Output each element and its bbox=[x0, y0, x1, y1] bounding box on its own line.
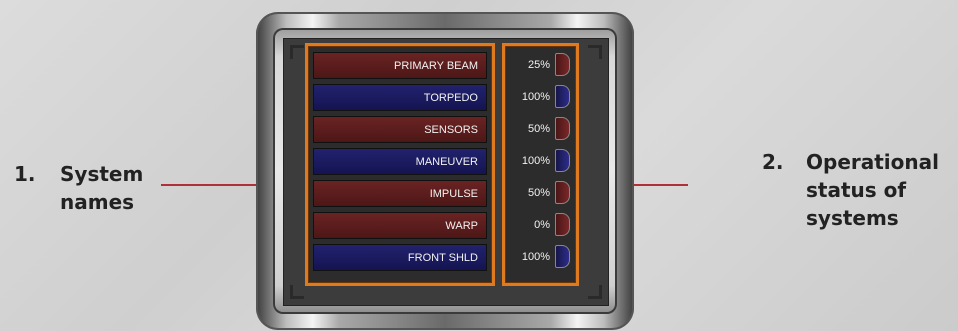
system-row-impulse[interactable]: IMPULSE bbox=[313, 180, 487, 207]
status-percent: 50% bbox=[527, 187, 550, 199]
status-indicator-icon bbox=[555, 245, 570, 268]
status-percent: 50% bbox=[527, 123, 550, 135]
system-row-front-shield[interactable]: FRONT SHLD bbox=[313, 244, 487, 271]
corner-bracket-icon bbox=[588, 285, 602, 299]
status-percent: 25% bbox=[527, 59, 550, 71]
system-name: TORPEDO bbox=[423, 92, 478, 104]
annotation-line: systems bbox=[806, 206, 899, 230]
status-indicator-icon bbox=[555, 213, 570, 236]
status-row-maneuver[interactable]: 100% bbox=[510, 148, 576, 175]
system-name: PRIMARY BEAM bbox=[394, 60, 478, 72]
status-percent: 100% bbox=[521, 91, 550, 103]
system-row-sensors[interactable]: SENSORS bbox=[313, 116, 487, 143]
status-row-warp[interactable]: 0% bbox=[510, 212, 576, 239]
status-indicator-icon bbox=[555, 53, 570, 76]
annotation-system-names: 1. System names bbox=[14, 160, 174, 220]
system-status-panel: 25% 100% 50% 100% 50% 0% 100% bbox=[502, 43, 579, 286]
system-name: IMPULSE bbox=[429, 188, 478, 200]
annotation-number: 2. bbox=[762, 150, 784, 174]
corner-bracket-icon bbox=[290, 45, 304, 59]
status-row-sensors[interactable]: 50% bbox=[510, 116, 576, 143]
annotation-number: 1. bbox=[14, 162, 36, 186]
annotation-line: status of bbox=[806, 178, 907, 202]
annotation-line: names bbox=[60, 190, 135, 214]
status-indicator-icon bbox=[555, 149, 570, 172]
system-name: MANEUVER bbox=[415, 156, 478, 168]
status-indicator-icon bbox=[555, 85, 570, 108]
status-percent: 100% bbox=[521, 251, 550, 263]
system-name: FRONT SHLD bbox=[407, 252, 478, 264]
system-row-maneuver[interactable]: MANEUVER bbox=[313, 148, 487, 175]
annotation-line: System bbox=[60, 162, 144, 186]
system-names-panel: PRIMARY BEAM TORPEDO SENSORS MANEUVER IM… bbox=[305, 43, 495, 286]
status-row-torpedo[interactable]: 100% bbox=[510, 84, 576, 111]
system-row-torpedo[interactable]: TORPEDO bbox=[313, 84, 487, 111]
status-row-impulse[interactable]: 50% bbox=[510, 180, 576, 207]
annotation-text: Operational status of systems bbox=[806, 148, 956, 232]
annotation-operational-status: 2. Operational status of systems bbox=[762, 148, 958, 238]
status-indicator-icon bbox=[555, 117, 570, 140]
system-row-warp[interactable]: WARP bbox=[313, 212, 487, 239]
corner-bracket-icon bbox=[588, 45, 602, 59]
system-row-primary-beam[interactable]: PRIMARY BEAM bbox=[313, 52, 487, 79]
annotation-text: System names bbox=[60, 160, 170, 216]
annotation-line: Operational bbox=[806, 150, 939, 174]
status-row-front-shield[interactable]: 100% bbox=[510, 244, 576, 271]
status-row-primary-beam[interactable]: 25% bbox=[510, 52, 576, 79]
corner-bracket-icon bbox=[290, 285, 304, 299]
system-name: SENSORS bbox=[424, 124, 478, 136]
status-percent: 0% bbox=[534, 219, 550, 231]
status-indicator-icon bbox=[555, 181, 570, 204]
system-name: WARP bbox=[445, 220, 478, 232]
status-percent: 100% bbox=[521, 155, 550, 167]
